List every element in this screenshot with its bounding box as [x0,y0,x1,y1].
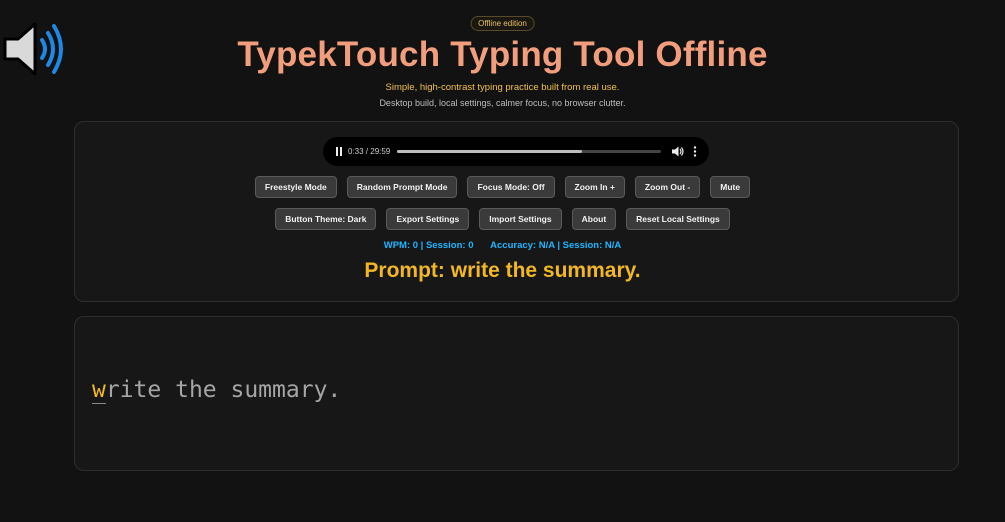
about-button[interactable]: About [571,208,617,230]
pause-icon[interactable] [335,147,343,156]
freestyle-mode-button[interactable]: Freestyle Mode [254,176,337,198]
audio-player[interactable]: 0:33 / 29:59 [323,137,709,166]
button-theme-button[interactable]: Button Theme: Dark [275,208,377,230]
zoom-out-button[interactable]: Zoom Out - [634,176,701,198]
audio-progress-fill [397,150,582,153]
random-prompt-mode-button[interactable]: Random Prompt Mode [346,176,458,198]
stats-line: WPM: 0 | Session: 0 Accuracy: N/A | Sess… [0,240,1005,251]
audio-seek-bar[interactable] [397,150,661,153]
remaining-text: rite the summary. [105,377,342,403]
page-tagline: Desktop build, local settings, calmer fo… [379,98,626,108]
focus-mode-button[interactable]: Focus Mode: Off [467,176,555,198]
page-subtitle: Simple, high-contrast typing practice bu… [385,82,620,93]
controls-row-2: Button Theme: Dark Export Settings Impor… [0,208,1005,230]
accuracy-stat: Accuracy: N/A | Session: N/A [490,240,622,251]
typing-text[interactable]: write the summary. [92,377,342,404]
mute-button[interactable]: Mute [710,176,751,198]
controls-row-1: Freestyle Mode Random Prompt Mode Focus … [0,176,1005,198]
prompt-text: Prompt: write the summary. [364,259,641,282]
audio-time: 0:33 / 29:59 [348,147,391,156]
export-settings-button[interactable]: Export Settings [386,208,470,230]
more-options-icon[interactable] [693,146,697,157]
app-page: Offline edition TypekTouch Typing Tool O… [0,0,1005,522]
reset-local-settings-button[interactable]: Reset Local Settings [626,208,730,230]
current-character: w [92,377,106,404]
page-title: TypekTouch Typing Tool Offline [237,35,768,74]
import-settings-button[interactable]: Import Settings [479,208,562,230]
wpm-stat: WPM: 0 | Session: 0 [383,240,474,251]
volume-icon[interactable] [672,146,684,157]
zoom-in-button[interactable]: Zoom In + [564,176,625,198]
edition-badge: Offline edition [470,16,535,31]
